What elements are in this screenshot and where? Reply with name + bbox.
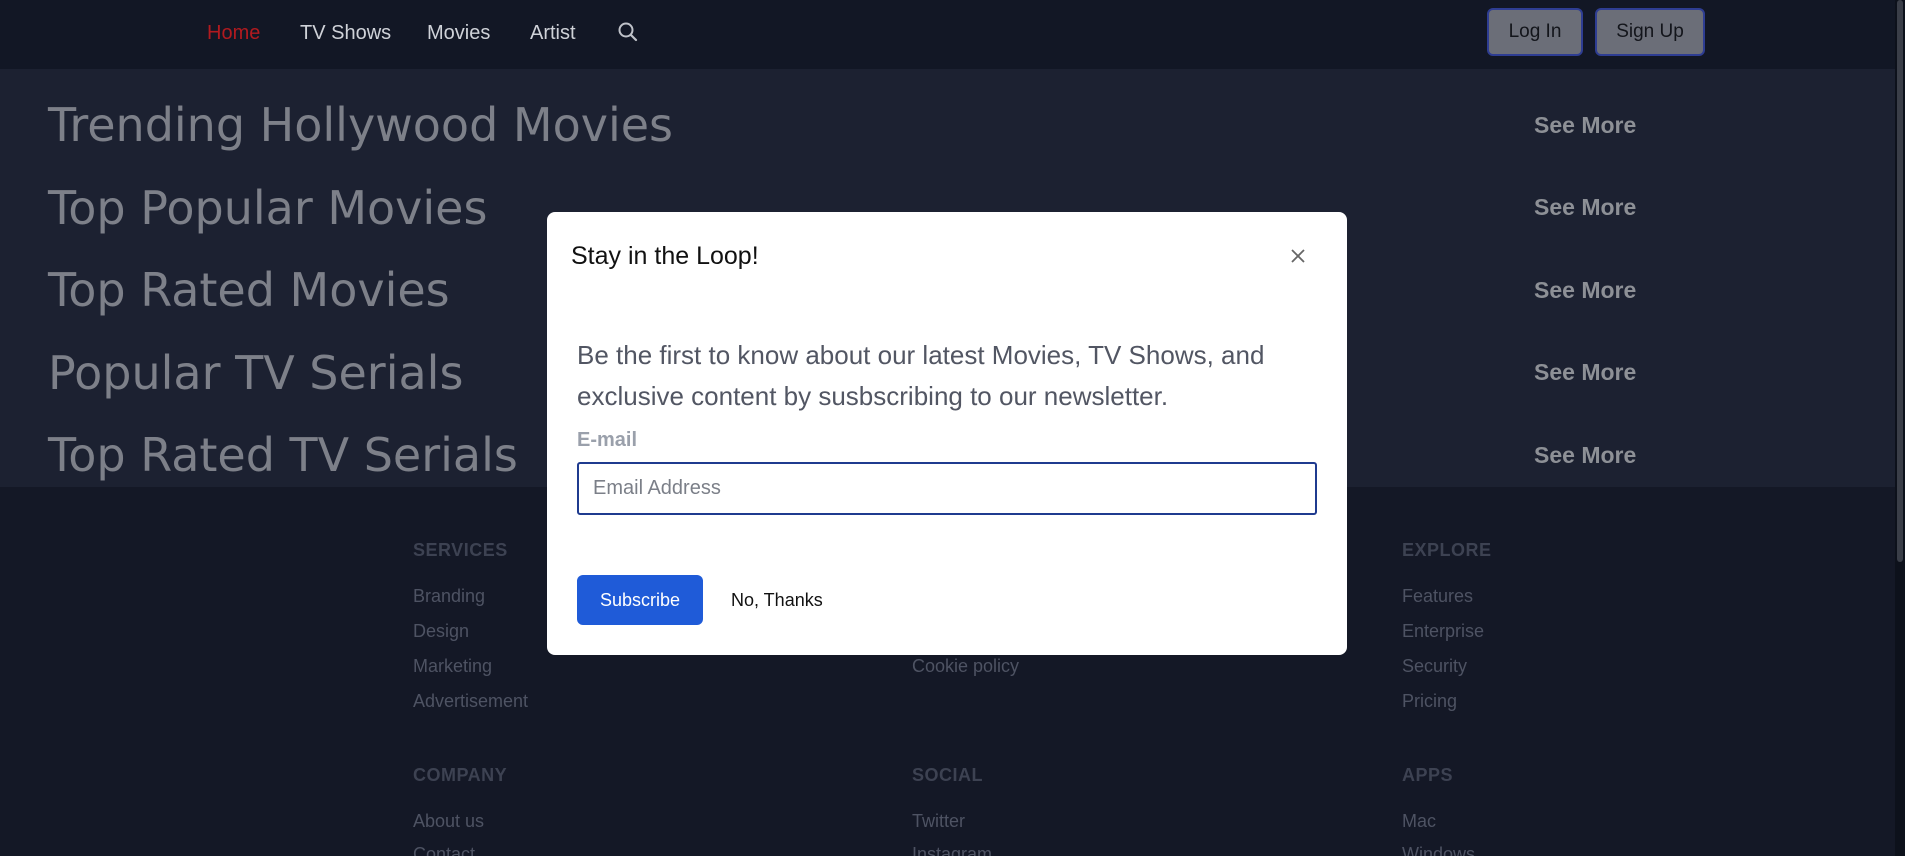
search-icon[interactable] <box>617 21 639 43</box>
footer-link[interactable]: Branding <box>413 586 485 607</box>
footer-link[interactable]: Features <box>1402 586 1473 607</box>
footer-heading-company: COMPANY <box>413 765 508 785</box>
login-button[interactable]: Log In <box>1487 8 1583 56</box>
close-icon[interactable] <box>1285 243 1311 269</box>
section-title: Top Popular Movies <box>48 181 488 235</box>
footer-heading-explore: EXPLORE <box>1402 540 1492 560</box>
no-thanks-button[interactable]: No, Thanks <box>721 575 833 625</box>
subscribe-button[interactable]: Subscribe <box>577 575 703 625</box>
footer-link[interactable]: Instagram <box>912 844 992 856</box>
footer-link[interactable]: About us <box>413 811 484 832</box>
footer-link[interactable]: Design <box>413 621 469 642</box>
see-more-link[interactable]: See More <box>1534 442 1636 469</box>
section-title: Top Rated TV Serials <box>48 428 518 482</box>
footer-link[interactable]: Cookie policy <box>912 656 1019 677</box>
footer-link[interactable]: Pricing <box>1402 691 1457 712</box>
section-title: Trending Hollywood Movies <box>48 98 673 152</box>
footer-heading-apps: APPS <box>1402 765 1454 785</box>
nav-movies-link[interactable]: Movies <box>427 22 490 45</box>
section-title: Top Rated Movies <box>48 263 450 317</box>
see-more-link[interactable]: See More <box>1534 277 1636 304</box>
footer-link[interactable]: Security <box>1402 656 1467 677</box>
newsletter-modal: Stay in the Loop! Be the first to know a… <box>547 212 1347 655</box>
scrollbar-thumb[interactable] <box>1897 0 1903 562</box>
see-more-link[interactable]: See More <box>1534 359 1636 386</box>
nav-home-link[interactable]: Home <box>207 22 260 45</box>
footer-link[interactable]: Windows <box>1402 844 1475 856</box>
see-more-link[interactable]: See More <box>1534 112 1636 139</box>
nav-artist-link[interactable]: Artist <box>530 22 576 45</box>
section-title: Popular TV Serials <box>48 346 464 400</box>
footer-link[interactable]: Mac <box>1402 811 1436 832</box>
footer-heading-social: SOCIAL <box>912 765 984 785</box>
nav-tv-shows-link[interactable]: TV Shows <box>300 22 391 45</box>
footer-link[interactable]: Twitter <box>912 811 965 832</box>
footer-link[interactable]: Marketing <box>413 656 492 677</box>
footer-link[interactable]: Contact <box>413 844 475 856</box>
email-field[interactable] <box>577 462 1317 515</box>
modal-description: Be the first to know about our latest Mo… <box>577 340 1265 411</box>
modal-title: Stay in the Loop! <box>571 242 759 270</box>
email-label: E-mail <box>577 429 638 451</box>
footer-link[interactable]: Advertisement <box>413 691 528 712</box>
signup-button[interactable]: Sign Up <box>1595 8 1705 56</box>
see-more-link[interactable]: See More <box>1534 194 1636 221</box>
top-navbar: Home TV Shows Movies Artist Log In Sign … <box>0 0 1895 69</box>
footer-heading-services: SERVICES <box>413 540 508 560</box>
footer-link[interactable]: Enterprise <box>1402 621 1484 642</box>
